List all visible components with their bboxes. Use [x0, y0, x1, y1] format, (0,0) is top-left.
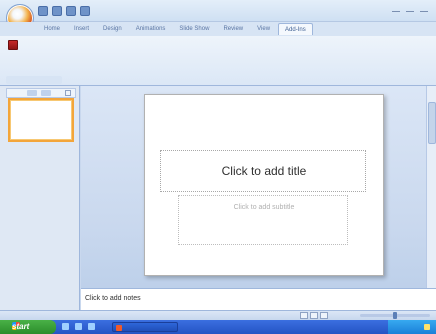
tray-icon[interactable]: [424, 324, 430, 330]
start-button[interactable]: start: [0, 320, 56, 334]
outline-tab[interactable]: [41, 90, 51, 96]
status-theme: [38, 312, 78, 320]
slides-tab[interactable]: [27, 90, 37, 96]
tab-home[interactable]: Home: [38, 23, 66, 35]
browser-icon[interactable]: [62, 323, 69, 330]
notes-placeholder: Click to add notes: [85, 295, 141, 302]
ribbon: [0, 36, 436, 86]
redo-icon[interactable]: [66, 6, 76, 16]
taskbar-window-button[interactable]: [112, 322, 178, 332]
tab-view[interactable]: View: [251, 23, 276, 35]
slide-thumbnail[interactable]: [8, 98, 74, 142]
maximize-icon[interactable]: [406, 6, 414, 12]
tab-insert[interactable]: Insert: [68, 23, 95, 35]
save-icon[interactable]: [38, 6, 48, 16]
command-icon: [8, 40, 18, 50]
title-placeholder[interactable]: Click to add title: [160, 150, 366, 192]
undo-icon[interactable]: [52, 6, 62, 16]
status-slide-info: [6, 312, 34, 320]
normal-view-icon[interactable]: [300, 312, 308, 319]
title-bar: [0, 0, 436, 32]
status-language: [86, 312, 126, 320]
vertical-scrollbar[interactable]: [426, 86, 436, 288]
powerpoint-icon: [116, 325, 122, 331]
system-tray: [388, 320, 436, 334]
tab-review[interactable]: Review: [217, 23, 249, 35]
powerpoint-window: Home Insert Design Animations Slide Show Revi…: [0, 0, 436, 334]
ribbon-tabs: Home Insert Design Animations Slide Show Revi…: [0, 22, 436, 36]
zoom-knob[interactable]: [393, 312, 397, 319]
taskbar: start: [0, 320, 436, 334]
panel-tabs: [6, 88, 76, 98]
start-label: start: [12, 322, 30, 331]
window-controls: [392, 6, 428, 12]
window-title: [130, 5, 330, 17]
title-placeholder-text: Click to add title: [221, 164, 307, 178]
customize-qat-icon[interactable]: [80, 6, 90, 16]
minimize-icon[interactable]: [392, 6, 400, 12]
subtitle-placeholder-text: Click to add subtitle: [233, 204, 295, 211]
quick-access-toolbar: [38, 5, 90, 17]
tab-add-ins[interactable]: Add-Ins: [278, 23, 313, 35]
media-icon[interactable]: [75, 323, 82, 330]
quick-launch: [62, 323, 95, 330]
tab-slide-show[interactable]: Slide Show: [173, 23, 215, 35]
slide-sorter-icon[interactable]: [310, 312, 318, 319]
scrollbar-thumb[interactable]: [428, 102, 436, 144]
status-bar: [0, 310, 436, 320]
slide-show-icon[interactable]: [320, 312, 328, 319]
ribbon-command[interactable]: [8, 40, 21, 50]
subtitle-placeholder[interactable]: Click to add subtitle: [178, 195, 348, 245]
tab-design[interactable]: Design: [97, 23, 128, 35]
notes-pane[interactable]: Click to add notes: [81, 288, 436, 310]
close-icon[interactable]: [420, 6, 428, 12]
tab-animations[interactable]: Animations: [130, 23, 172, 35]
ribbon-group-label: [6, 76, 62, 84]
ribbon-group: [6, 38, 66, 78]
folder-icon[interactable]: [88, 323, 95, 330]
panel-close-icon[interactable]: [65, 90, 71, 96]
view-buttons: [300, 312, 328, 319]
zoom-slider[interactable]: [360, 312, 430, 319]
